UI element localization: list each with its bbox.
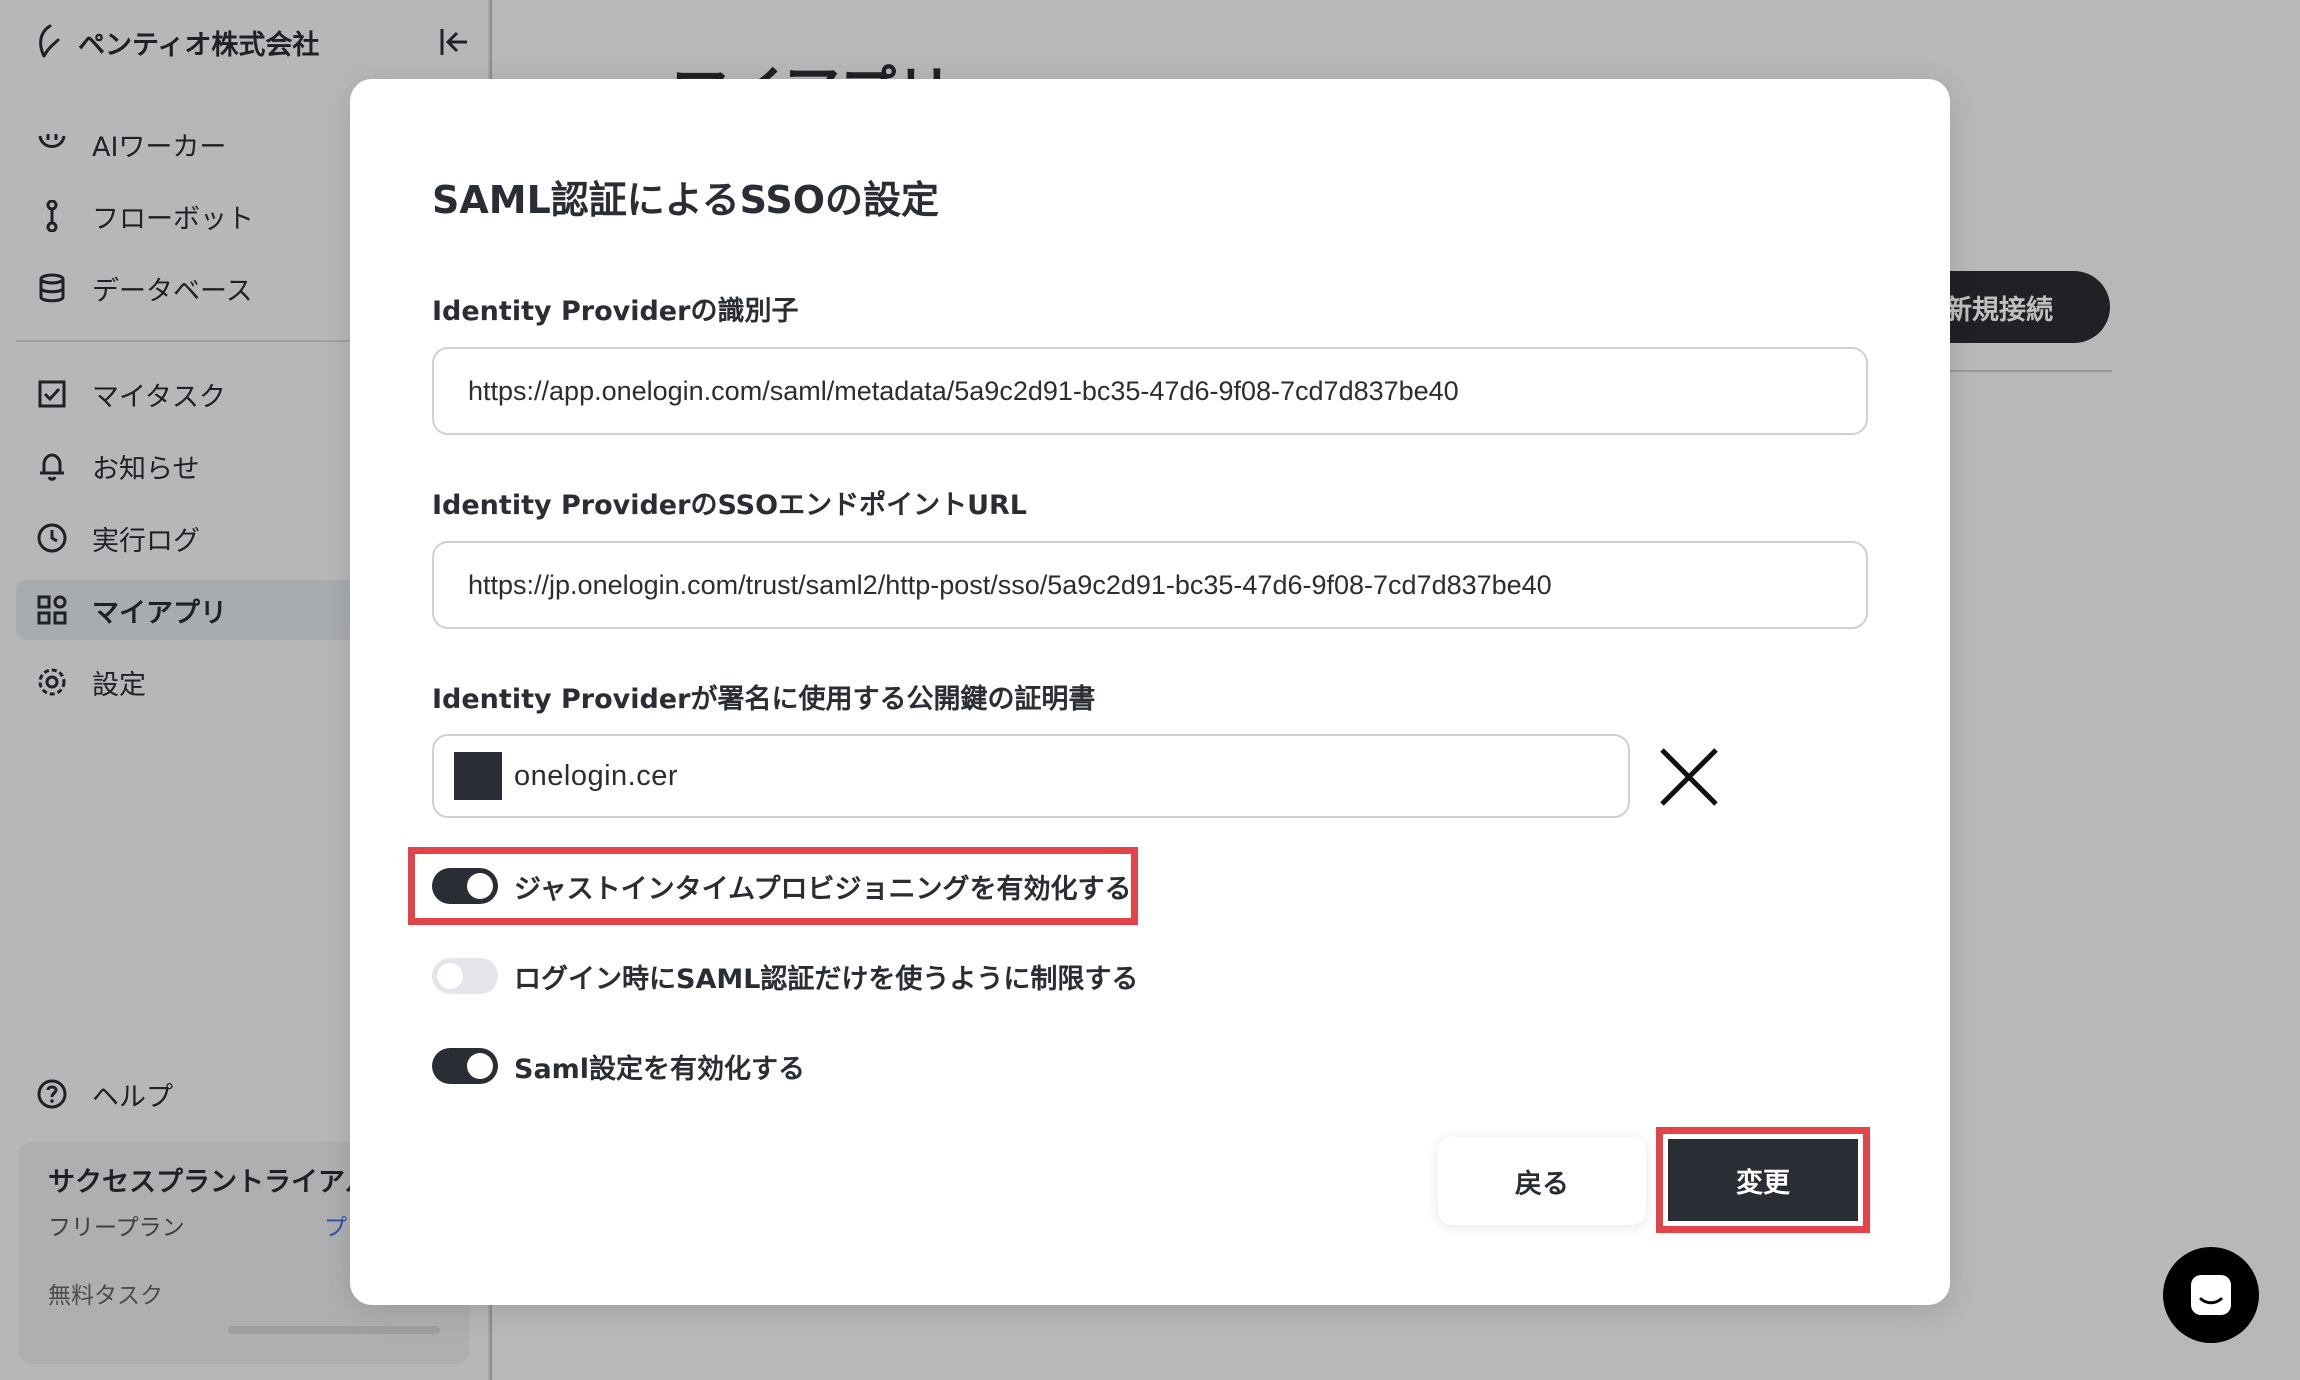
jit-provisioning-toggle[interactable] [432, 868, 498, 904]
toggle-label: ログイン時にSAML認証だけを使うように制限する [514, 963, 1139, 995]
chat-icon [2191, 1275, 2231, 1315]
certificate-file-field[interactable]: onelogin.cer [432, 734, 1630, 818]
idp-sso-url-input[interactable] [432, 541, 1868, 629]
jit-provisioning-toggle-row[interactable]: ジャストインタイムプロビジョニングを有効化する [432, 864, 1132, 908]
idp-sso-url-label: Identity ProviderのSSOエンドポイントURL [432, 490, 1027, 521]
idp-identifier-label: Identity Providerの識別子 [432, 296, 799, 327]
close-icon[interactable] [1655, 743, 1723, 811]
toggle-label: ジャストインタイムプロビジョニングを有効化する [514, 873, 1132, 905]
back-button[interactable]: 戻る [1438, 1137, 1646, 1225]
certificate-file-name: onelogin.cer [514, 759, 678, 792]
idp-identifier-input[interactable] [432, 347, 1868, 435]
highlight-annotation: 変更 [1656, 1127, 1870, 1233]
saml-enable-toggle[interactable] [432, 1048, 498, 1084]
file-icon [454, 752, 502, 800]
saml-only-login-toggle-row[interactable]: ログイン時にSAML認証だけを使うように制限する [432, 954, 1138, 998]
submit-button[interactable]: 変更 [1668, 1139, 1858, 1221]
saml-enable-toggle-row[interactable]: Saml設定を有効化する [432, 1044, 805, 1088]
toggle-label: Saml設定を有効化する [514, 1053, 806, 1085]
saml-only-login-toggle[interactable] [432, 958, 498, 994]
saml-sso-dialog: SAML認証によるSSOの設定 Identity Providerの識別子 Id… [350, 79, 1950, 1305]
chat-launcher-button[interactable] [2163, 1247, 2259, 1343]
dialog-title: SAML認証によるSSOの設定 [432, 178, 939, 222]
idp-certificate-label: Identity Providerが署名に使用する公開鍵の証明書 [432, 684, 1096, 715]
